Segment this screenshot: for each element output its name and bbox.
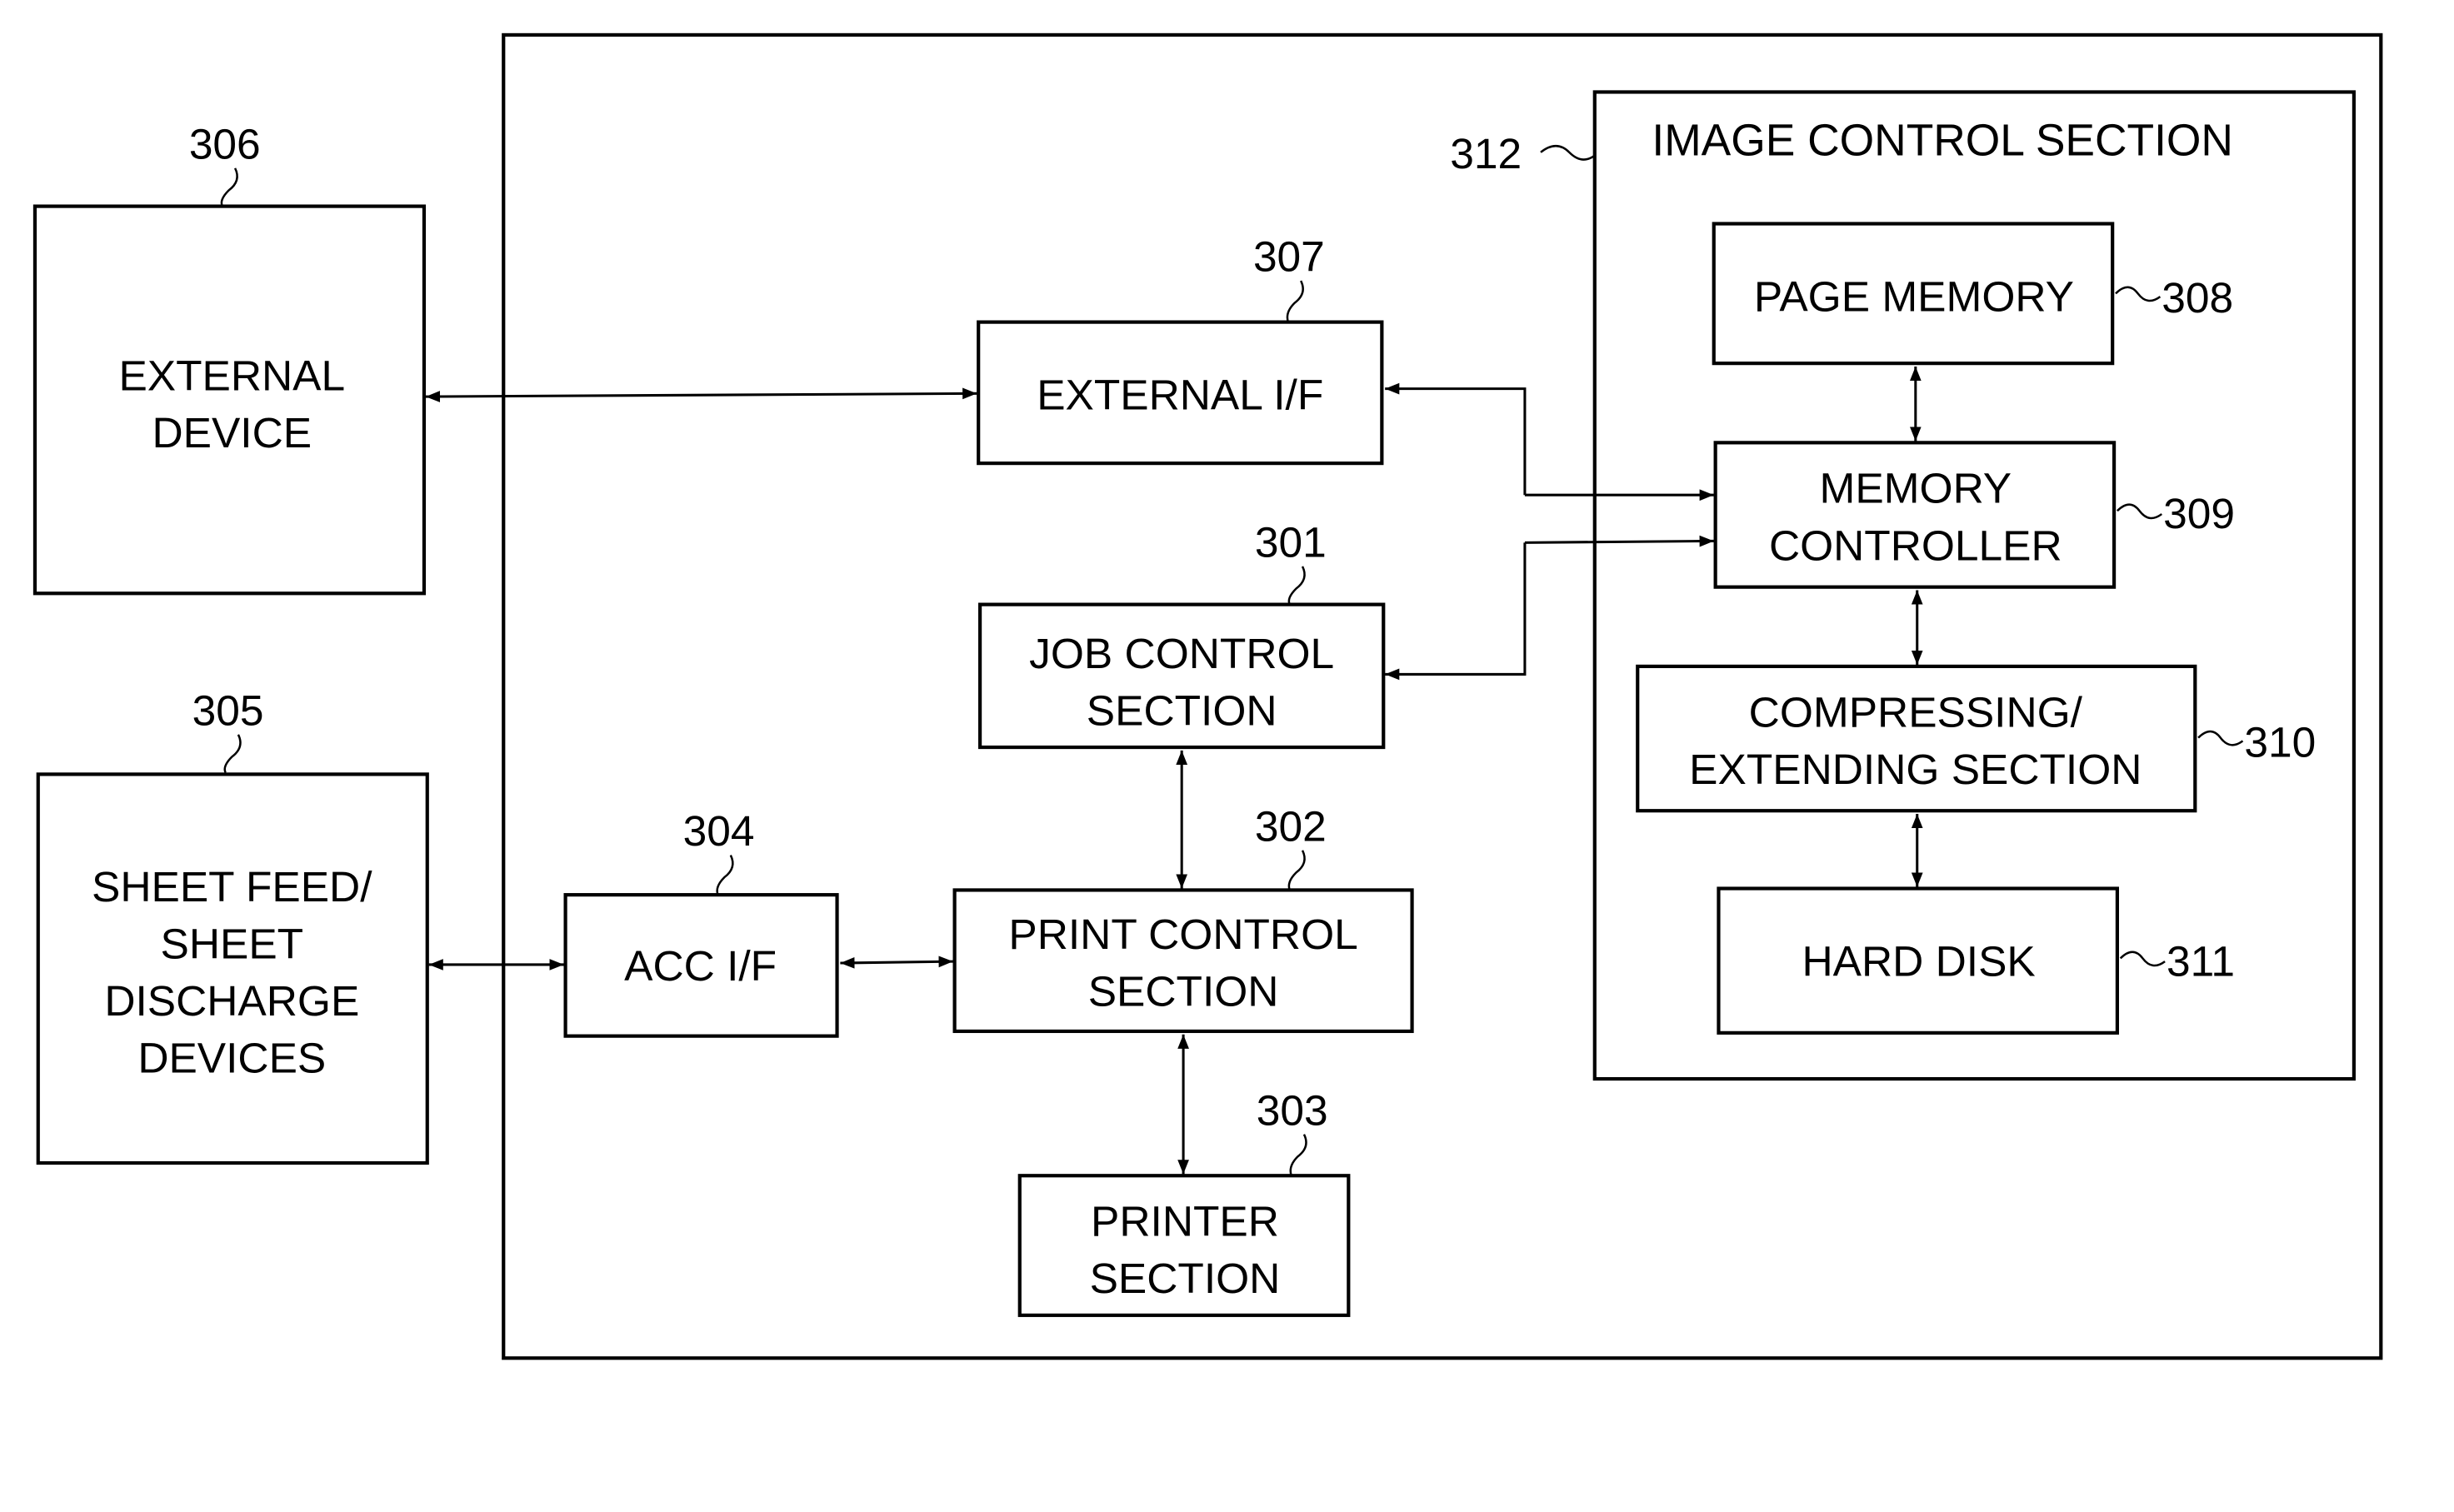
compressing-line-1: COMPRESSING/: [1749, 687, 2083, 736]
arrow-external-device-external-if: [425, 387, 977, 402]
leader-303: [1289, 1134, 1307, 1176]
printer-section-line-1: PRINTER: [1091, 1197, 1279, 1245]
arrow-memory-controller-to-job-control: [1385, 542, 1527, 681]
leader-308: [2115, 286, 2162, 302]
ref-302: 302: [1255, 801, 1327, 850]
block-printer-section: PRINTER SECTION: [1017, 1174, 1351, 1317]
block-compressing-extending-section: COMPRESSING/ EXTENDING SECTION: [1636, 664, 2197, 813]
leader-301: [1287, 566, 1306, 606]
leader-304: [716, 854, 734, 896]
arrow-job-control-to-memory-controller: [1524, 535, 1714, 547]
block-job-control-section: JOB CONTROL SECTION: [977, 602, 1386, 750]
ref-301: 301: [1255, 518, 1327, 566]
arrow-memory-controller-to-external-if: [1385, 382, 1527, 496]
block-sheet-feed-discharge-devices: SHEET FEED/ SHEET DISCHARGE DEVICES: [36, 772, 429, 1165]
leader-312: [1540, 144, 1596, 161]
leader-307: [1286, 280, 1304, 323]
block-hard-disk: HARD DISK: [1717, 886, 2119, 1035]
sheet-devices-line-2: SHEET: [161, 919, 304, 967]
leader-302: [1287, 850, 1306, 891]
job-control-line-1: JOB CONTROL: [1029, 629, 1334, 677]
ref-303: 303: [1257, 1085, 1328, 1134]
sheet-devices-line-1: SHEET FEED/: [92, 862, 372, 911]
print-control-line-1: PRINT CONTROL: [1008, 910, 1357, 958]
image-control-section-title: IMAGE CONTROL SECTION: [1652, 117, 2233, 166]
ref-310: 310: [2244, 717, 2316, 766]
memory-controller-line-2: CONTROLLER: [1769, 521, 2062, 569]
ref-306: 306: [189, 119, 261, 167]
memory-controller-line-1: MEMORY: [1819, 464, 2012, 512]
printer-section-line-2: SECTION: [1090, 1254, 1281, 1302]
block-page-memory: PAGE MEMORY: [1712, 222, 2115, 366]
leader-311: [2119, 951, 2166, 967]
sheet-devices-line-4: DEVICES: [137, 1033, 326, 1081]
page-memory-label: PAGE MEMORY: [1754, 272, 2074, 320]
acc-if-label: ACC I/F: [624, 941, 777, 990]
ref-304: 304: [683, 806, 755, 855]
block-memory-controller: MEMORY CONTROLLER: [1713, 441, 2117, 589]
block-acc-if: ACC I/F: [563, 893, 839, 1038]
leader-309: [2117, 503, 2163, 520]
external-device-line-1: EXTERNAL: [118, 352, 345, 400]
ref-307: 307: [1253, 232, 1325, 281]
arrow-acc-if-print-control: [840, 956, 953, 969]
ref-312: 312: [1450, 129, 1522, 177]
ref-309: 309: [2163, 489, 2235, 537]
leader-306: [220, 167, 238, 207]
block-print-control-section: PRINT CONTROL SECTION: [952, 888, 1414, 1034]
leader-310: [2197, 730, 2244, 746]
leader-305: [223, 734, 242, 774]
compressing-line-2: EXTENDING SECTION: [1689, 745, 2142, 793]
ref-311: 311: [2167, 936, 2235, 985]
print-control-line-2: SECTION: [1088, 966, 1279, 1015]
block-external-device: EXTERNAL DEVICE: [32, 204, 427, 596]
sheet-devices-line-3: DISCHARGE: [104, 976, 359, 1025]
external-if-label: EXTERNAL I/F: [1037, 370, 1323, 418]
job-control-line-2: SECTION: [1087, 686, 1277, 734]
ref-305: 305: [192, 686, 264, 734]
ref-308: 308: [2162, 273, 2233, 322]
block-diagram: IMAGE CONTROL SECTION 312 EXTERNAL DEVIC…: [32, 32, 2383, 1360]
hard-disk-label: HARD DISK: [1802, 936, 2036, 985]
external-device-line-2: DEVICE: [152, 408, 312, 457]
block-external-if: EXTERNAL I/F: [977, 320, 1384, 466]
